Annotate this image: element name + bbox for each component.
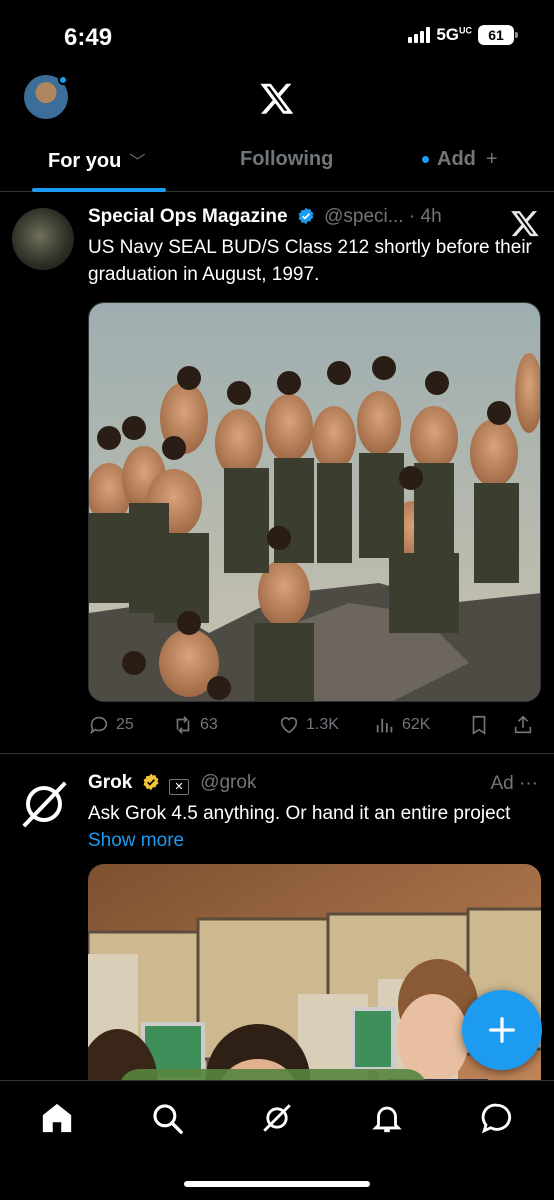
more-options-icon[interactable]: ··· bbox=[519, 773, 538, 794]
reply-button[interactable]: 25 bbox=[88, 714, 134, 736]
home-indicator bbox=[184, 1181, 370, 1187]
status-bar: 6:49 5GUC 61 bbox=[0, 0, 554, 70]
active-tab-indicator bbox=[32, 188, 166, 192]
home-icon[interactable] bbox=[40, 1101, 74, 1135]
show-more-link[interactable]: Show more bbox=[88, 830, 184, 851]
like-button[interactable]: 1.3K bbox=[278, 714, 339, 736]
author-handle[interactable]: @grok bbox=[200, 772, 256, 793]
separator: · bbox=[408, 206, 416, 227]
author-handle[interactable]: @speci... bbox=[324, 206, 403, 227]
post-photo[interactable] bbox=[88, 302, 541, 702]
author-name[interactable]: Grok bbox=[88, 772, 132, 793]
post-header: Special Ops Magazine @speci... · 4h bbox=[88, 206, 442, 228]
new-indicator-dot bbox=[422, 156, 429, 164]
timeline-tabs: For you ﹀ Following Add + bbox=[0, 138, 554, 192]
bottom-navigation bbox=[0, 1080, 554, 1200]
repost-icon bbox=[176, 716, 190, 734]
search-icon[interactable] bbox=[150, 1101, 184, 1135]
gold-verified-badge-icon bbox=[143, 773, 159, 791]
notifications-icon[interactable] bbox=[370, 1101, 404, 1135]
signal-icon bbox=[408, 27, 431, 43]
chevron-down-icon[interactable]: ﹀ bbox=[129, 154, 145, 171]
compose-button[interactable] bbox=[462, 990, 542, 1070]
post-header: Grok ✕ @grok bbox=[88, 772, 256, 795]
affiliate-badge-icon: ✕ bbox=[168, 779, 189, 795]
post-actions: 25 63 1.3K 62K bbox=[88, 712, 538, 742]
bookmark-icon bbox=[472, 715, 486, 735]
post-card[interactable]: Special Ops Magazine @speci... · 4h US N… bbox=[0, 194, 554, 754]
tab-for-you[interactable]: For you ﹀ bbox=[48, 148, 145, 173]
share-icon bbox=[514, 715, 532, 734]
group-photo-image bbox=[89, 303, 540, 701]
status-indicators: 5GUC 61 bbox=[408, 25, 518, 45]
share-button[interactable] bbox=[512, 714, 534, 736]
messages-icon[interactable] bbox=[480, 1101, 514, 1135]
grok-icon[interactable] bbox=[260, 1101, 294, 1135]
post-text: Ask Grok 4.5 anything. Or hand it an ent… bbox=[88, 803, 511, 851]
reply-icon bbox=[90, 716, 108, 735]
grok-avatar-icon[interactable] bbox=[14, 774, 74, 834]
plus-icon[interactable]: + bbox=[486, 148, 498, 170]
post-text: US Navy SEAL BUD/S Class 212 shortly bef… bbox=[88, 237, 532, 285]
repost-button[interactable]: 63 bbox=[172, 714, 218, 736]
author-name[interactable]: Special Ops Magazine bbox=[88, 206, 288, 227]
network-label: 5GUC bbox=[436, 25, 472, 44]
status-time: 6:49 bbox=[64, 24, 113, 51]
tab-add[interactable]: Add + bbox=[422, 148, 498, 171]
x-logo-icon[interactable] bbox=[259, 80, 295, 116]
ad-label[interactable]: Ad ··· bbox=[490, 773, 538, 795]
analytics-icon bbox=[376, 718, 393, 733]
compose-icon bbox=[489, 1017, 515, 1043]
post-time: 4h bbox=[420, 206, 442, 227]
views-button[interactable]: 62K bbox=[374, 714, 430, 736]
battery-icon: 61 bbox=[478, 25, 518, 45]
notification-dot bbox=[58, 75, 68, 85]
bookmark-button[interactable] bbox=[468, 714, 490, 736]
author-avatar[interactable] bbox=[12, 208, 74, 270]
heart-icon bbox=[280, 717, 298, 734]
tab-following[interactable]: Following bbox=[240, 148, 333, 171]
verified-badge-icon bbox=[298, 207, 314, 225]
profile-avatar[interactable] bbox=[24, 75, 68, 119]
